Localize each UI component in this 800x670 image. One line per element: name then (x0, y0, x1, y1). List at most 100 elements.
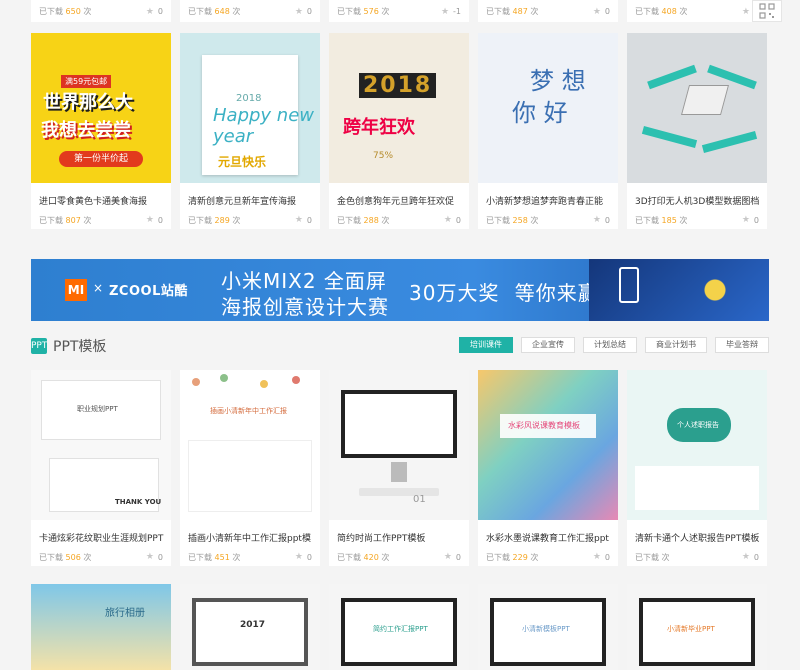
thumbnail[interactable]: 01 (329, 370, 469, 520)
star-icon[interactable]: ★ (441, 7, 449, 17)
qr-code-icon[interactable] (752, 0, 782, 22)
thumbnail[interactable]: 2018 Happy new year 元旦快乐 (180, 33, 320, 183)
star-icon[interactable]: ★ (146, 215, 154, 225)
resource-card[interactable]: 01 简约时尚工作PPT模板 已下载 420 次 ★ 0 (329, 370, 469, 566)
resource-card[interactable]: 3D打印无人机3D模型数据图档 已下载 185 次 ★ 0 (627, 33, 767, 229)
resource-card[interactable]: 已下载 648 次 ★ 0 (180, 0, 320, 22)
thumbnail[interactable]: 小清新毕业PPT (627, 584, 767, 670)
thumbnail[interactable]: 小清新模板PPT (478, 584, 618, 670)
resource-card[interactable]: 插画小清新年中工作汇报 插画小清新年中工作汇报ppt模 已下载 451 次 ★ 0 (180, 370, 320, 566)
download-count: 289 (214, 215, 230, 225)
resource-card[interactable]: 2017 (180, 584, 320, 670)
star-icon[interactable]: ★ (593, 552, 601, 562)
resource-card[interactable]: 水彩风说课教育模板 水彩水墨说课教育工作汇报ppt 已下载 229 次 ★ 0 (478, 370, 618, 566)
star-icon[interactable]: ★ (742, 215, 750, 225)
star-icon[interactable]: ★ (593, 7, 601, 17)
zcool-logo: ZCOOL站酷 (109, 284, 188, 299)
category-tabs: 培训课件 企业宣传 计划总结 商业计划书 毕业答辩 (459, 337, 769, 353)
resource-card[interactable]: 已下载 576 次 ★ -1 (329, 0, 469, 22)
resource-card[interactable]: 2018 跨年狂欢 75% 金色创意狗年元旦跨年狂欢促 已下载 288 次 ★ 0 (329, 33, 469, 229)
star-icon[interactable]: ★ (742, 552, 750, 562)
download-count: 807 (65, 215, 81, 225)
tab-corporate[interactable]: 企业宣传 (521, 337, 575, 353)
like-count: -1 (453, 7, 461, 16)
card-title[interactable]: 3D打印无人机3D模型数据图档 (627, 183, 767, 209)
download-count: 258 (512, 215, 528, 225)
download-count: 650 (65, 7, 81, 16)
star-icon[interactable]: ★ (146, 552, 154, 562)
like-count: 0 (753, 215, 759, 225)
thumbnail[interactable]: 2017 (180, 584, 320, 670)
card-title[interactable]: 进口零食黄色卡通美食海报 (31, 183, 171, 209)
download-count: 229 (512, 552, 528, 562)
thumbnail[interactable]: 旅行相册 (31, 584, 171, 670)
resource-card[interactable]: 小清新毕业PPT (627, 584, 767, 670)
download-count: 451 (214, 552, 230, 562)
thumbnail[interactable]: 简约工作汇报PPT (329, 584, 469, 670)
resource-card[interactable]: 旅行相册 (31, 584, 171, 670)
thumbnail[interactable] (627, 33, 767, 183)
resource-card[interactable]: 梦 想 你 好 小清新梦想追梦奔跑青春正能 已下载 258 次 ★ 0 (478, 33, 618, 229)
card-title[interactable]: 插画小清新年中工作汇报ppt模 (180, 520, 320, 546)
card-title[interactable]: 卡通炫彩花纹职业生涯规划PPT (31, 520, 171, 546)
resource-card[interactable]: 已下载 408 次 ★0 (627, 0, 767, 22)
thumbnail[interactable]: 职业规划PPT THANK YOU (31, 370, 171, 520)
download-count: 288 (363, 215, 379, 225)
tab-business-plan[interactable]: 商业计划书 (645, 337, 707, 353)
tab-plan-summary[interactable]: 计划总结 (583, 337, 637, 353)
thumbnail[interactable]: 满59元包邮 世界那么大 我想去尝尝 第一份半价起 (31, 33, 171, 183)
like-count: 0 (306, 552, 312, 562)
resource-card[interactable]: 2018 Happy new year 元旦快乐 清新创意元旦新年宣传海报 已下… (180, 33, 320, 229)
star-icon[interactable]: ★ (593, 215, 601, 225)
download-count: 185 (661, 215, 677, 225)
phone-icon (619, 267, 639, 303)
ppt-row-partial: 旅行相册 2017 简约工作汇报PPT 小清新模板PPT 小清新毕业PPT (31, 584, 769, 670)
star-icon[interactable]: ★ (295, 7, 303, 17)
banner-line-1: 小米MIX2 全面屏 (221, 269, 387, 293)
promo-banner[interactable]: MI × ZCOOL站酷 小米MIX2 全面屏 海报创意设计大赛 30万大奖 等… (31, 259, 769, 321)
card-title[interactable]: 简约时尚工作PPT模板 (329, 520, 469, 546)
ppt-section-header: PPT PPT模板 培训课件 企业宣传 计划总结 商业计划书 毕业答辩 (31, 333, 769, 359)
like-count: 0 (455, 215, 461, 225)
banner-prize: 30万大奖 等你来赢 (409, 281, 599, 305)
thumbnail[interactable]: 个人述职报告 (627, 370, 767, 520)
thumbnail[interactable]: 水彩风说课教育模板 (478, 370, 618, 520)
resource-card[interactable]: 小清新模板PPT (478, 584, 618, 670)
like-count: 0 (604, 215, 610, 225)
card-title[interactable]: 水彩水墨说课教育工作汇报ppt (478, 520, 618, 546)
thumbnail[interactable]: 2018 跨年狂欢 75% (329, 33, 469, 183)
banner-line-2: 海报创意设计大赛 (221, 295, 389, 319)
like-count: 0 (157, 215, 163, 225)
star-icon[interactable]: ★ (295, 552, 303, 562)
resource-card[interactable]: 满59元包邮 世界那么大 我想去尝尝 第一份半价起 进口零食黄色卡通美食海报 已… (31, 33, 171, 229)
section-title: PPT模板 (53, 339, 107, 355)
download-count: 420 (363, 552, 379, 562)
thumbnail[interactable]: 插画小清新年中工作汇报 (180, 370, 320, 520)
banner-illustration (589, 259, 769, 321)
resource-card[interactable]: 个人述职报告 清新卡通个人述职报告PPT模板 已下载 次 ★ 0 (627, 370, 767, 566)
card-title[interactable]: 清新创意元旦新年宣传海报 (180, 183, 320, 209)
download-count: 648 (214, 7, 230, 16)
like-count: 0 (455, 552, 461, 562)
tab-training[interactable]: 培训课件 (459, 337, 513, 353)
star-icon[interactable]: ★ (295, 215, 303, 225)
star-icon[interactable]: ★ (146, 7, 154, 17)
card-title[interactable]: 清新卡通个人述职报告PPT模板 (627, 520, 767, 546)
card-title[interactable]: 小清新梦想追梦奔跑青春正能 (478, 183, 618, 209)
top-row: 已下载 650 次 ★ 0 已下载 648 次 ★ 0 已下载 576 次 ★ -1 … (31, 0, 769, 22)
star-icon[interactable]: ★ (444, 552, 452, 562)
star-icon[interactable]: ★ (444, 215, 452, 225)
like-count: 0 (306, 7, 312, 16)
like-count: 0 (157, 7, 163, 16)
tab-graduation[interactable]: 毕业答辩 (715, 337, 769, 353)
resource-card[interactable]: 简约工作汇报PPT (329, 584, 469, 670)
resource-card[interactable]: 职业规划PPT THANK YOU 卡通炫彩花纹职业生涯规划PPT 已下载 50… (31, 370, 171, 566)
star-icon[interactable]: ★ (742, 7, 750, 17)
xiaomi-logo: MI (65, 279, 87, 301)
like-count: 0 (753, 552, 759, 562)
card-title[interactable]: 金色创意狗年元旦跨年狂欢促 (329, 183, 469, 209)
resource-card[interactable]: 已下载 487 次 ★ 0 (478, 0, 618, 22)
ppt-icon: PPT (31, 338, 47, 354)
resource-card[interactable]: 已下载 650 次 ★ 0 (31, 0, 171, 22)
thumbnail[interactable]: 梦 想 你 好 (478, 33, 618, 183)
